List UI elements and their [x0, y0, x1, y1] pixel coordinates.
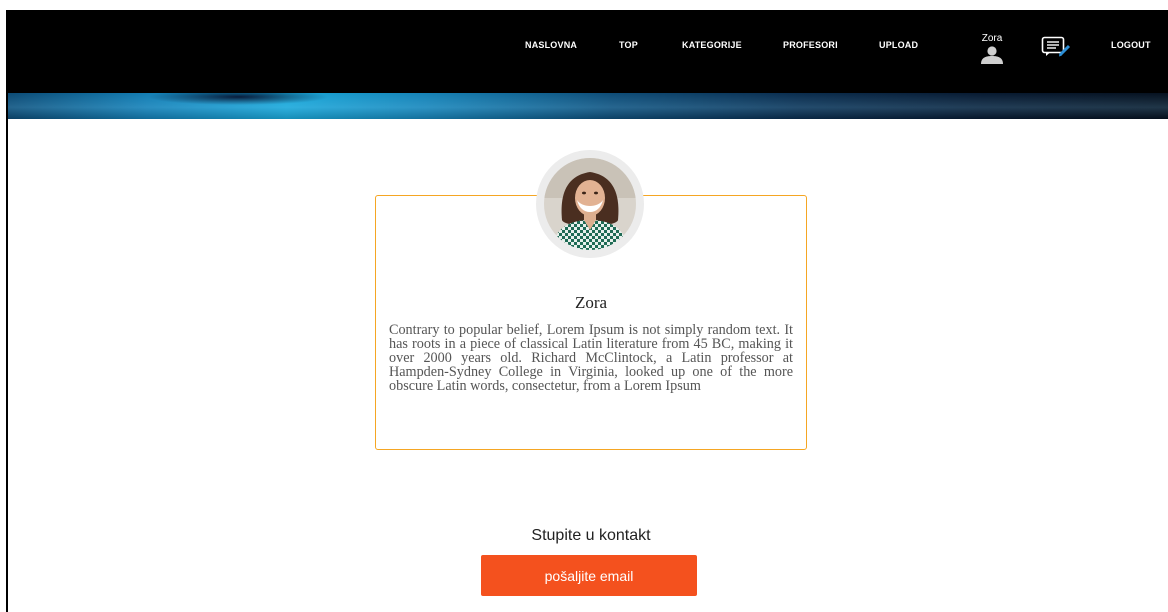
profile-name: Zora: [574, 293, 608, 312]
nav-upload[interactable]: UPLOAD: [879, 40, 918, 50]
profile-bio: Contrary to popular belief, Lorem Ipsum …: [389, 322, 793, 394]
contact-title: Stupite u kontakt: [531, 527, 651, 544]
page-frame: NASLOVNA TOP KATEGORIJE PROFESORI UPLOAD…: [6, 10, 1168, 612]
header-banner: [8, 93, 1168, 119]
send-email-button[interactable]: pošaljite email: [481, 555, 697, 596]
user-name: Zora: [981, 33, 1003, 44]
message-icon[interactable]: [1041, 36, 1071, 58]
nav-top[interactable]: TOP: [619, 40, 638, 50]
nav-logout[interactable]: LOGOUT: [1111, 40, 1151, 50]
top-navbar: NASLOVNA TOP KATEGORIJE PROFESORI UPLOAD…: [8, 10, 1168, 93]
nav-profesori[interactable]: PROFESORI: [783, 40, 838, 50]
nav-naslovna[interactable]: NASLOVNA: [525, 40, 577, 50]
nav-kategorije[interactable]: KATEGORIJE: [682, 40, 742, 50]
profile-photo: [544, 158, 636, 250]
user-icon: [981, 46, 1003, 64]
user-menu[interactable]: Zora: [976, 33, 1008, 64]
profile-avatar: [536, 150, 644, 258]
